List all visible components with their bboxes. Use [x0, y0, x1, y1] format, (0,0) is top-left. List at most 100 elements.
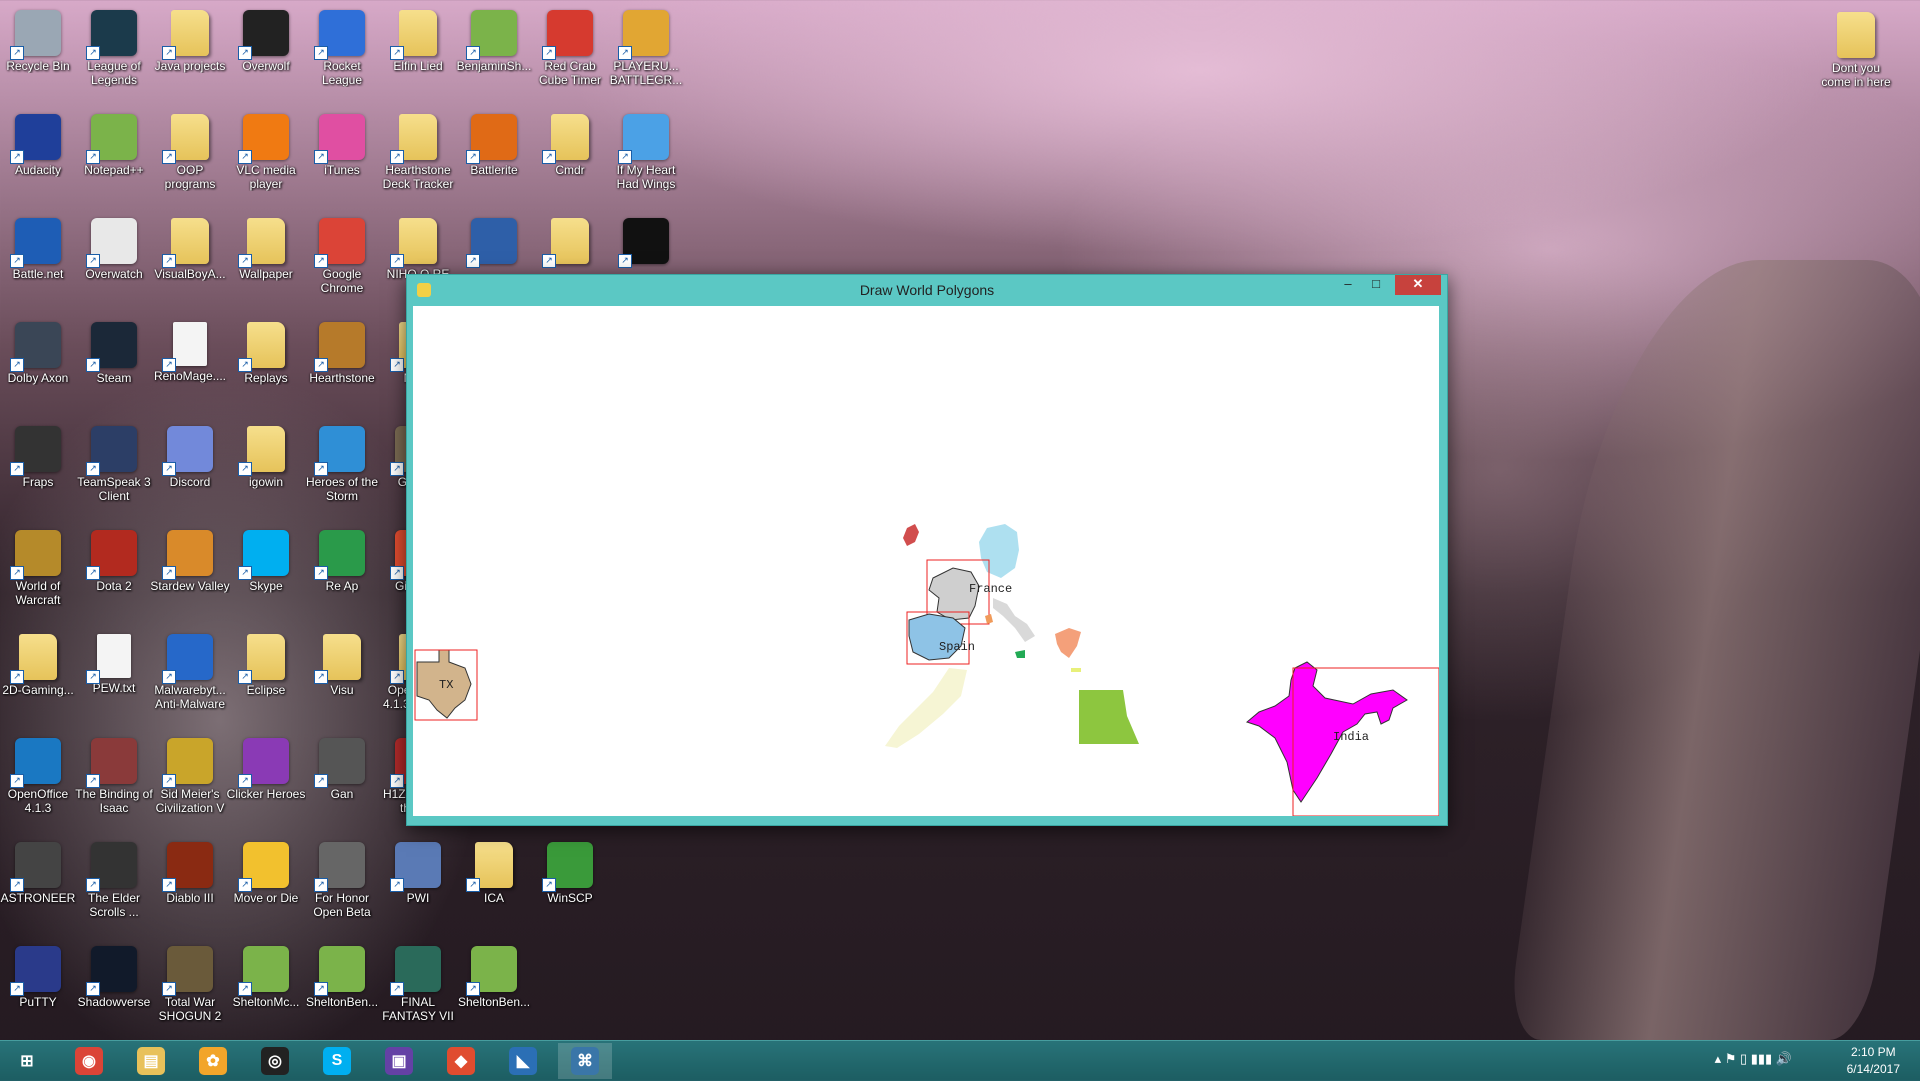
desktop-icon[interactable]: ↗ FINAL FANTASY VII	[380, 940, 456, 1040]
window-titlebar[interactable]: Draw World Polygons – □ ✕	[407, 275, 1447, 305]
desktop-icon[interactable]: ↗ BenjaminSh...	[456, 4, 532, 104]
desktop-icon[interactable]: ↗ WinSCP	[532, 836, 608, 936]
desktop-icon[interactable]: ↗ Visu	[304, 628, 380, 728]
desktop-icon[interactable]: ↗ Cmdr	[532, 108, 608, 208]
desktop-icon[interactable]: ↗ Heroes of the Storm	[304, 420, 380, 520]
desktop-icon[interactable]: ↗ PWI	[380, 836, 456, 936]
desktop-icon[interactable]: ↗ Gan	[304, 732, 380, 832]
desktop-icon[interactable]: ↗ For Honor Open Beta	[304, 836, 380, 936]
shortcut-arrow-icon: ↗	[162, 982, 176, 996]
desktop-icon[interactable]: ↗ SheltonBen...	[456, 940, 532, 1040]
desktop-icon[interactable]: ↗ OOP programs	[152, 108, 228, 208]
desktop-icon[interactable]: ↗ Fraps	[0, 420, 76, 520]
desktop-icon[interactable]: ↗ Discord	[152, 420, 228, 520]
picasa-icon: ✿	[199, 1047, 227, 1075]
drawing-canvas[interactable]: France Spain TX India	[413, 306, 1440, 817]
desktop-icon[interactable]: ↗ World of Warcraft	[0, 524, 76, 624]
desktop-icon[interactable]: ↗ OpenOffice 4.1.3	[0, 732, 76, 832]
desktop-icon[interactable]: ↗ Wallpaper	[228, 212, 304, 312]
desktop-icon[interactable]: ↗ Notepad++	[76, 108, 152, 208]
desktop-icon[interactable]: ↗ PEW.txt	[76, 628, 152, 728]
taskbar-item[interactable]: ◣	[496, 1043, 550, 1079]
shortcut-arrow-icon: ↗	[390, 878, 404, 892]
desktop-icon[interactable]: ↗ Overwolf	[228, 4, 304, 104]
shortcut-arrow-icon: ↗	[86, 358, 100, 372]
desktop-icon[interactable]: ↗ TeamSpeak 3 Client	[76, 420, 152, 520]
desktop-icon[interactable]: ↗ Shadowverse	[76, 940, 152, 1040]
taskbar-item[interactable]: ⌘	[558, 1043, 612, 1079]
desktop-icon[interactable]: ↗ Recycle Bin	[0, 4, 76, 104]
desktop-icon[interactable]: ↗ League of Legends	[76, 4, 152, 104]
desktop-icon[interactable]: ↗ Clicker Heroes	[227, 732, 305, 832]
shortcut-arrow-icon: ↗	[314, 566, 328, 580]
desktop-icon[interactable]: ↗ Overwatch	[76, 212, 152, 312]
desktop-icon[interactable]: ↗ ICA	[456, 836, 532, 936]
desktop-icon-label: Diablo III	[166, 891, 214, 905]
desktop-icon[interactable]: ↗ Eclipse	[228, 628, 304, 728]
desktop-icon[interactable]: ↗ Google Chrome	[304, 212, 380, 312]
desktop-icon[interactable]: ↗ Stardew Valley	[150, 524, 230, 624]
desktop-icon[interactable]: ↗ Steam	[76, 316, 152, 416]
taskbar-item[interactable]: ⊞	[0, 1043, 54, 1079]
taskbar-item[interactable]: S	[310, 1043, 364, 1079]
desktop-icon[interactable]: ↗ 2D-Gaming...	[0, 628, 76, 728]
close-button[interactable]: ✕	[1395, 275, 1441, 295]
desktop-icon[interactable]: ↗ Move or Die	[228, 836, 304, 936]
taskbar-item[interactable]: ◎	[248, 1043, 302, 1079]
desktop-icon[interactable]: ↗ If My Heart Had Wings	[608, 108, 684, 208]
shortcut-arrow-icon: ↗	[390, 150, 404, 164]
desktop-icon[interactable]: ↗ PLAYERU... BATTLEGR...	[608, 4, 684, 104]
taskbar-item[interactable]: ▣	[372, 1043, 426, 1079]
shortcut-arrow-icon: ↗	[618, 150, 632, 164]
desktop-icon[interactable]: ↗ ASTRONEER	[0, 836, 76, 936]
system-tray[interactable]: ▴ ⚑ ▯ ▮▮▮ 🔊	[1715, 1051, 1792, 1067]
desktop-icon[interactable]: ↗ Skype	[228, 524, 304, 624]
desktop-icon[interactable]: ↗ SheltonMc...	[228, 940, 304, 1040]
desktop-icon[interactable]: ↗ Battle.net	[0, 212, 76, 312]
desktop-icon[interactable]: ↗ Sid Meier's Civilization V	[152, 732, 228, 832]
germany-polygon	[979, 524, 1019, 578]
clock-date: 6/14/2017	[1846, 1062, 1900, 1076]
taskbar-item[interactable]: ◉	[62, 1043, 116, 1079]
desktop-icon-corner-folder[interactable]: Dont you come in here	[1818, 6, 1894, 106]
desktop-icon-label: OOP programs	[164, 163, 216, 191]
desktop-icon[interactable]: ↗ Red Crab Cube Timer	[532, 4, 608, 104]
desktop-icon[interactable]: ↗ The Binding of Isaac	[75, 732, 153, 832]
desktop-icon[interactable]: ↗ Java projects	[152, 4, 228, 104]
desktop-icon[interactable]: ↗ Elfin Lied	[380, 4, 456, 104]
taskbar-item[interactable]: ✿	[186, 1043, 240, 1079]
desktop-icon[interactable]: ↗ Re Ap	[304, 524, 380, 624]
desktop-icon[interactable]: ↗ VisualBoyA...	[152, 212, 228, 312]
desktop-icon[interactable]: ↗ Hearthstone	[304, 316, 380, 416]
desktop-icon[interactable]: ↗ RenoMage....	[152, 316, 228, 416]
desktop-icon-label: For Honor Open Beta	[313, 891, 371, 919]
desktop-icon[interactable]: ↗ Battlerite	[456, 108, 532, 208]
desktop-icon[interactable]: ↗ Rocket League	[304, 4, 380, 104]
desktop-icon[interactable]: ↗ Malwarebyt... Anti-Malware	[152, 628, 228, 728]
desktop-icon[interactable]: ↗ The Elder Scrolls ...	[76, 836, 152, 936]
taskbar-item[interactable]: ◆	[434, 1043, 488, 1079]
desktop-icon[interactable]: ↗ Dolby Axon	[0, 316, 76, 416]
desktop-icon[interactable]: ↗ PuTTY	[0, 940, 76, 1040]
india-polygon	[1245, 661, 1408, 803]
clock[interactable]: 2:10 PM 6/14/2017	[1847, 1044, 1900, 1078]
desktop-icon-label: The Binding of Isaac	[75, 787, 153, 815]
desktop-icon[interactable]: ↗ Dota 2	[76, 524, 152, 624]
maximize-button[interactable]: □	[1363, 275, 1389, 295]
desktop-icon[interactable]: ↗ Diablo III	[152, 836, 228, 936]
tunisia-polygon	[1015, 650, 1025, 658]
minimize-button[interactable]: –	[1335, 275, 1361, 295]
desktop-icon[interactable]: ↗ SheltonBen...	[304, 940, 380, 1040]
taskbar-item[interactable]: ▤	[124, 1043, 178, 1079]
desktop-icon[interactable]: ↗ iTunes	[304, 108, 380, 208]
desktop-icon[interactable]: ↗ Total War SHOGUN 2	[152, 940, 228, 1040]
draw-world-polygons-window[interactable]: Draw World Polygons – □ ✕ France Spain T…	[406, 274, 1448, 826]
shortcut-arrow-icon: ↗	[238, 982, 252, 996]
desktop-icon[interactable]: ↗ Audacity	[0, 108, 76, 208]
desktop-icon[interactable]: ↗ VLC media player	[228, 108, 304, 208]
desktop-icon[interactable]: ↗ Hearthstone Deck Tracker	[380, 108, 456, 208]
visual-studio-icon: ◣	[509, 1047, 537, 1075]
desktop-icon[interactable]: ↗ igowin	[228, 420, 304, 520]
desktop-icon-label: Total War SHOGUN 2	[158, 995, 222, 1023]
desktop-icon[interactable]: ↗ Replays	[228, 316, 304, 416]
